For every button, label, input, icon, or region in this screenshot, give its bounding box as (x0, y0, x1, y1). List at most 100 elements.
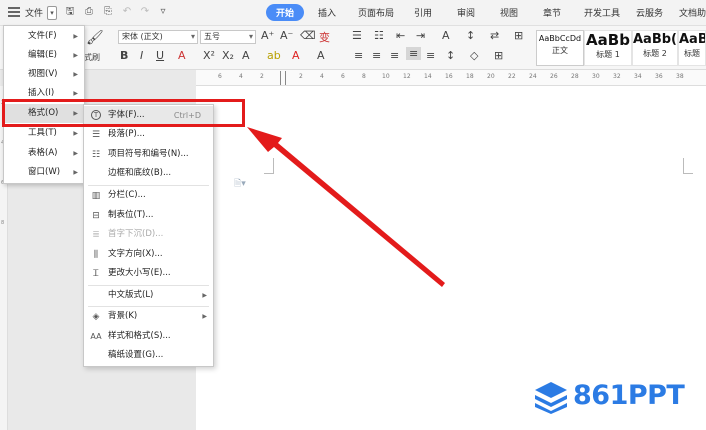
submenu-item-background[interactable]: ◈ 背景(K) ▶ (84, 307, 213, 326)
subscript-icon[interactable]: X₂ (222, 49, 234, 62)
submenu-item-label: 项目符号和编号(N)... (108, 149, 189, 159)
tab-doc-assistant[interactable]: 文档助 (679, 6, 706, 19)
tab-view[interactable]: 视图 (500, 6, 518, 19)
tab-stops-icon[interactable]: ⇄ (490, 29, 499, 42)
submenu-item-columns[interactable]: ▥ 分栏(C)... (84, 186, 213, 205)
submenu-item-label: 边框和底纹(B)... (108, 168, 172, 178)
menu-hamburger-icon[interactable] (8, 7, 20, 17)
submenu-item-manuscript-settings[interactable]: 稿纸设置(G)... (84, 346, 213, 365)
superscript-icon[interactable]: X² (203, 49, 215, 62)
submenu-item-label: 段落(P)... (108, 129, 145, 139)
ruler-tick: 6 (218, 73, 222, 80)
customize-toolbar-icon[interactable]: ▿ (157, 6, 169, 18)
tab-references[interactable]: 引用 (414, 6, 432, 19)
line-spacing-icon[interactable]: ↕ (446, 49, 455, 62)
highlight-color-icon[interactable]: ab (267, 49, 281, 62)
grow-font-icon[interactable]: A⁺ (261, 29, 274, 42)
submenu-item-label: 稿纸设置(G)... (108, 350, 164, 360)
font-size-select[interactable]: 五号 (200, 30, 256, 44)
print-preview-icon[interactable]: ⎘ (102, 6, 114, 18)
tab-stop-icon: ⊟ (92, 211, 100, 221)
justify-icon[interactable]: ≡ (406, 47, 422, 60)
tab-chapter[interactable]: 章节 (543, 6, 561, 19)
strikethrough-icon[interactable]: A (178, 49, 186, 62)
text-effect-icon[interactable]: A (242, 49, 250, 62)
char-shading-icon[interactable]: A (317, 49, 325, 62)
font-name-select[interactable]: 宋体 (正文) (118, 30, 198, 44)
format-painter-icon[interactable]: 🖌 (86, 30, 104, 46)
style-heading-1[interactable]: AaBb 标题 1 (584, 30, 632, 66)
phonetic-guide-icon[interactable]: 变 (319, 29, 330, 45)
menu-item-edit[interactable]: 编辑(E) ▶ (4, 46, 84, 65)
highlight-box (2, 99, 245, 127)
ruler-tick: 6 (341, 73, 345, 80)
format-submenu: T 字体(F)... Ctrl+D ☰ 段落(P)... ☷ 项目符号和编号(N… (83, 104, 214, 367)
numbering-icon[interactable]: ☷ (374, 29, 384, 42)
style-title[interactable]: AaBl 标题 (678, 30, 706, 66)
bold-icon[interactable]: B (120, 49, 128, 62)
menu-item-view[interactable]: 视图(V) ▶ (4, 65, 84, 84)
show-marks-icon[interactable]: ⊞ (514, 29, 523, 42)
chevron-down-icon[interactable]: ▾ (47, 6, 57, 20)
style-normal[interactable]: AaBbCcDd 正文 (536, 30, 584, 66)
indent-marker[interactable] (280, 71, 286, 85)
decrease-indent-icon[interactable]: ⇤ (396, 29, 405, 42)
horizontal-ruler[interactable]: 6 4 2 2 4 6 8 10 12 14 16 18 20 22 24 26… (196, 70, 706, 86)
tab-cloud-service[interactable]: 云服务 (636, 6, 663, 19)
submenu-item-asian-layout[interactable]: 中文版式(L) ▶ (84, 286, 213, 305)
format-painter-label[interactable]: 式刷 (84, 52, 100, 63)
tab-review[interactable]: 审阅 (457, 6, 475, 19)
ruler-tick: 10 (382, 73, 390, 80)
underline-icon[interactable]: U (156, 49, 164, 62)
align-right-icon[interactable]: ≡ (390, 49, 399, 62)
distribute-icon[interactable]: ≡ (426, 49, 435, 62)
print-icon[interactable]: ⎙ (83, 6, 95, 18)
ruler-tick: 16 (445, 73, 453, 80)
save-icon[interactable]: 🖫 (64, 6, 76, 18)
align-center-icon[interactable]: ≡ (372, 49, 381, 62)
tab-page-layout[interactable]: 页面布局 (358, 6, 394, 19)
borders-icon[interactable]: ⊞ (494, 49, 503, 62)
submenu-item-text-direction[interactable]: ⫼ 文字方向(X)... (84, 245, 213, 264)
submenu-item-change-case[interactable]: Ꮖ 更改大小写(E)... (84, 264, 213, 283)
ruler-tick: 34 (634, 73, 642, 80)
paragraph-mark-icon[interactable]: 🗎▾ (234, 176, 246, 192)
tab-developer[interactable]: 开发工具 (584, 6, 620, 19)
tab-insert[interactable]: 插入 (318, 6, 336, 19)
clear-format-icon[interactable]: ⌫ (300, 29, 316, 42)
file-menu-button[interactable]: 文件 (25, 6, 43, 19)
submenu-item-tab-stops[interactable]: ⊟ 制表位(T)... (84, 206, 213, 225)
submenu-item-borders-shading[interactable]: 边框和底纹(B)... (84, 164, 213, 183)
submenu-item-label: 文字方向(X)... (108, 249, 163, 259)
menu-item-window[interactable]: 窗口(W) ▶ (4, 163, 84, 182)
menu-item-label: 编辑(E) (28, 50, 58, 60)
shading-icon[interactable]: ◇ (470, 49, 478, 62)
submenu-item-styles-formatting[interactable]: AA 样式和格式(S)... (84, 327, 213, 346)
style-name: 标题 (684, 49, 700, 58)
submenu-item-bullets-numbering[interactable]: ☷ 项目符号和编号(N)... (84, 145, 213, 164)
italic-icon[interactable]: I (140, 49, 143, 62)
shrink-font-icon[interactable]: A⁻ (280, 29, 293, 42)
increase-indent-icon[interactable]: ⇥ (416, 29, 425, 42)
submenu-item-drop-cap[interactable]: ≣ 首字下沉(D)... (84, 225, 213, 244)
style-heading-2[interactable]: AaBb( 标题 2 (632, 30, 678, 66)
background-icon: ◈ (92, 312, 100, 322)
align-left-icon[interactable]: ≡ (354, 49, 363, 62)
sort-icon[interactable]: ↕ (466, 29, 475, 42)
menu-item-table[interactable]: 表格(A) ▶ (4, 144, 84, 163)
style-sample: AaBbCcDd (538, 34, 582, 43)
chinese-layout-icon[interactable]: A (442, 29, 450, 42)
submenu-item-label: 背景(K) (108, 311, 138, 321)
ruler-tick: 4 (320, 73, 324, 80)
font-color-icon[interactable]: A (292, 49, 300, 62)
tab-home[interactable]: 开始 (266, 4, 305, 21)
change-case-icon: Ꮖ (93, 269, 99, 279)
bullets-icon[interactable]: ☰ (352, 29, 362, 42)
ruler-tick: 2 (260, 73, 264, 80)
submenu-item-label: 更改大小写(E)... (108, 268, 171, 278)
submenu-item-paragraph[interactable]: ☰ 段落(P)... (84, 125, 213, 144)
undo-icon[interactable]: ↶ (121, 6, 133, 18)
redo-icon[interactable]: ↷ (139, 6, 151, 18)
ruler-tick: 8 (362, 73, 366, 80)
menu-item-file[interactable]: 文件(F) ▶ (4, 27, 84, 46)
